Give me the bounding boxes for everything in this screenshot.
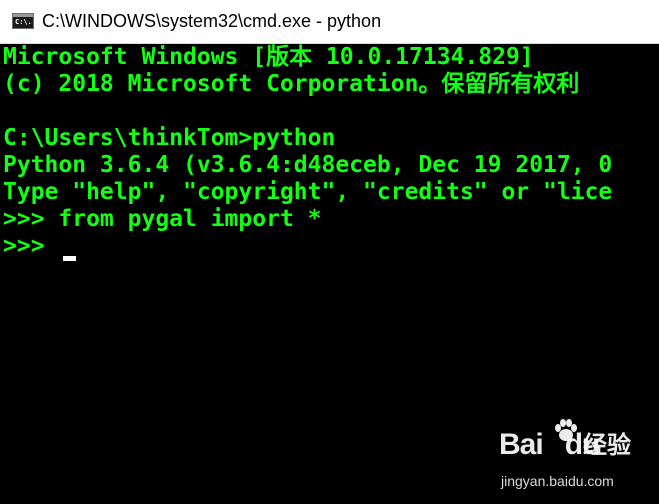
- console-icon[interactable]: C:\.: [12, 13, 34, 29]
- window-title: C:\WINDOWS\system32\cmd.exe - python: [42, 11, 382, 31]
- console-icon-bar: [13, 14, 33, 17]
- paw-icon: [555, 419, 577, 441]
- watermark-brand: 经验: [583, 432, 631, 459]
- cmd-window: C:\. C:\WINDOWS\system32\cmd.exe - pytho…: [0, 0, 659, 504]
- console-icon-glyph: C:\.: [15, 18, 32, 26]
- console-line-1: Microsoft Windows [版本 10.0.17134.829]: [3, 44, 534, 70]
- console-line-4: C:\Users\thinkTom>python: [3, 125, 336, 151]
- console-area[interactable]: Microsoft Windows [版本 10.0.17134.829] (c…: [0, 44, 659, 504]
- text-cursor: [63, 256, 76, 261]
- console-prompt-line: >>>: [3, 233, 59, 259]
- console-line-7: >>> from pygal import *: [3, 206, 322, 232]
- watermark-url: jingyan.baidu.com: [501, 473, 614, 489]
- console-line-2: (c) 2018 Microsoft Corporation。保留所有权利: [3, 71, 580, 97]
- title-bar[interactable]: C:\. C:\WINDOWS\system32\cmd.exe - pytho…: [0, 0, 659, 44]
- console-line-6: Type "help", "copyright", "credits" or "…: [3, 179, 613, 205]
- console-line-5: Python 3.6.4 (v3.6.4:d48eceb, Dec 19 201…: [3, 152, 613, 178]
- baidu-jingyan-watermark: Bai du 经验 jingyan.baidu.com: [499, 419, 649, 500]
